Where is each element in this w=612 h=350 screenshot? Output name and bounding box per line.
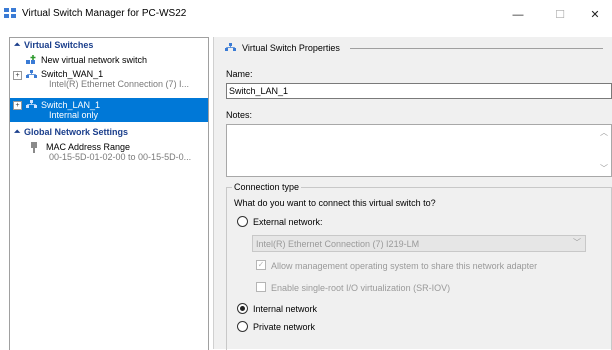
adapter-value: Intel(R) Ethernet Connection (7) I219-LM bbox=[256, 239, 420, 249]
network-adapter-select[interactable]: Intel(R) Ethernet Connection (7) I219-LM… bbox=[252, 235, 586, 252]
switch-properties-panel: Virtual Switch Properties Name: Switch_L… bbox=[213, 37, 612, 350]
window-title: Virtual Switch Manager for PC-WS22 bbox=[22, 8, 187, 19]
section-label: Virtual Switches bbox=[24, 40, 94, 50]
internal-network-label: Internal network bbox=[253, 304, 318, 314]
notes-label: Notes: bbox=[226, 110, 253, 120]
virtual-switches-header[interactable]: ⏶ Virtual Switches bbox=[10, 40, 208, 51]
switch-item-wan[interactable]: + Switch_WAN_1 Intel(R) Ethernet Connect… bbox=[10, 68, 208, 90]
switch-tree-panel: ⏶ Virtual Switches New virtual network s… bbox=[9, 37, 209, 350]
new-switch-label: New virtual network switch bbox=[41, 55, 148, 65]
internal-network-radio[interactable] bbox=[237, 303, 248, 314]
network-switch-icon bbox=[26, 70, 37, 78]
collapse-chevron-icon: ⏶ bbox=[14, 127, 21, 136]
name-label: Name: bbox=[226, 69, 253, 79]
switch-name: Switch_LAN_1 bbox=[41, 100, 101, 110]
close-button[interactable]: ✕ bbox=[580, 6, 610, 24]
expand-icon[interactable]: + bbox=[13, 101, 22, 110]
connection-question: What do you want to connect this virtual… bbox=[234, 198, 436, 208]
allow-management-label: Allow management operating system to sha… bbox=[271, 261, 538, 271]
allow-management-checkbox[interactable]: ✓ bbox=[256, 260, 266, 270]
properties-header: Virtual Switch Properties bbox=[242, 43, 340, 53]
new-switch-icon bbox=[26, 55, 36, 64]
title-bar: Virtual Switch Manager for PC-WS22 — ☐ ✕ bbox=[0, 0, 612, 30]
section-label: Global Network Settings bbox=[24, 127, 129, 137]
mac-range-label: MAC Address Range bbox=[46, 142, 131, 152]
network-switch-icon bbox=[225, 43, 236, 51]
expand-icon[interactable]: + bbox=[13, 71, 22, 80]
scroll-up-icon[interactable]: ︿ bbox=[600, 127, 608, 138]
name-value: Switch_LAN_1 bbox=[229, 86, 289, 96]
minimize-button[interactable]: — bbox=[503, 6, 533, 24]
external-network-label: External network: bbox=[253, 217, 323, 227]
global-network-settings-header[interactable]: ⏶ Global Network Settings bbox=[10, 127, 208, 138]
switch-detail: Internal only bbox=[49, 110, 99, 120]
new-virtual-switch-item[interactable]: New virtual network switch bbox=[10, 54, 208, 66]
private-network-radio[interactable] bbox=[237, 321, 248, 332]
mac-address-range-item[interactable]: MAC Address Range 00-15-5D-01-02-00 to 0… bbox=[10, 141, 208, 165]
name-field[interactable]: Switch_LAN_1 bbox=[226, 83, 612, 99]
switch-item-lan[interactable]: + Switch_LAN_1 Internal only bbox=[10, 98, 208, 122]
private-network-label: Private network bbox=[253, 322, 316, 332]
sriov-label: Enable single-root I/O virtualization (S… bbox=[271, 283, 451, 293]
virtual-switch-manager-icon bbox=[4, 8, 16, 18]
header-divider bbox=[350, 48, 603, 49]
switch-detail: Intel(R) Ethernet Connection (7) I... bbox=[49, 79, 190, 89]
chevron-down-icon: ﹀ bbox=[573, 238, 581, 247]
network-switch-icon bbox=[26, 100, 37, 108]
external-network-radio[interactable] bbox=[237, 216, 248, 227]
sriov-checkbox[interactable] bbox=[256, 282, 266, 292]
mac-address-icon bbox=[31, 142, 37, 153]
collapse-chevron-icon: ⏶ bbox=[14, 40, 21, 49]
connection-type-label: Connection type bbox=[232, 182, 302, 192]
mac-range-detail: 00-15-5D-01-02-00 to 00-15-5D-0... bbox=[49, 152, 192, 162]
notes-field[interactable]: ︿ ﹀ bbox=[226, 124, 612, 177]
scroll-down-icon[interactable]: ﹀ bbox=[600, 163, 608, 174]
switch-name: Switch_WAN_1 bbox=[41, 69, 104, 79]
maximize-button[interactable]: ☐ bbox=[545, 6, 575, 24]
